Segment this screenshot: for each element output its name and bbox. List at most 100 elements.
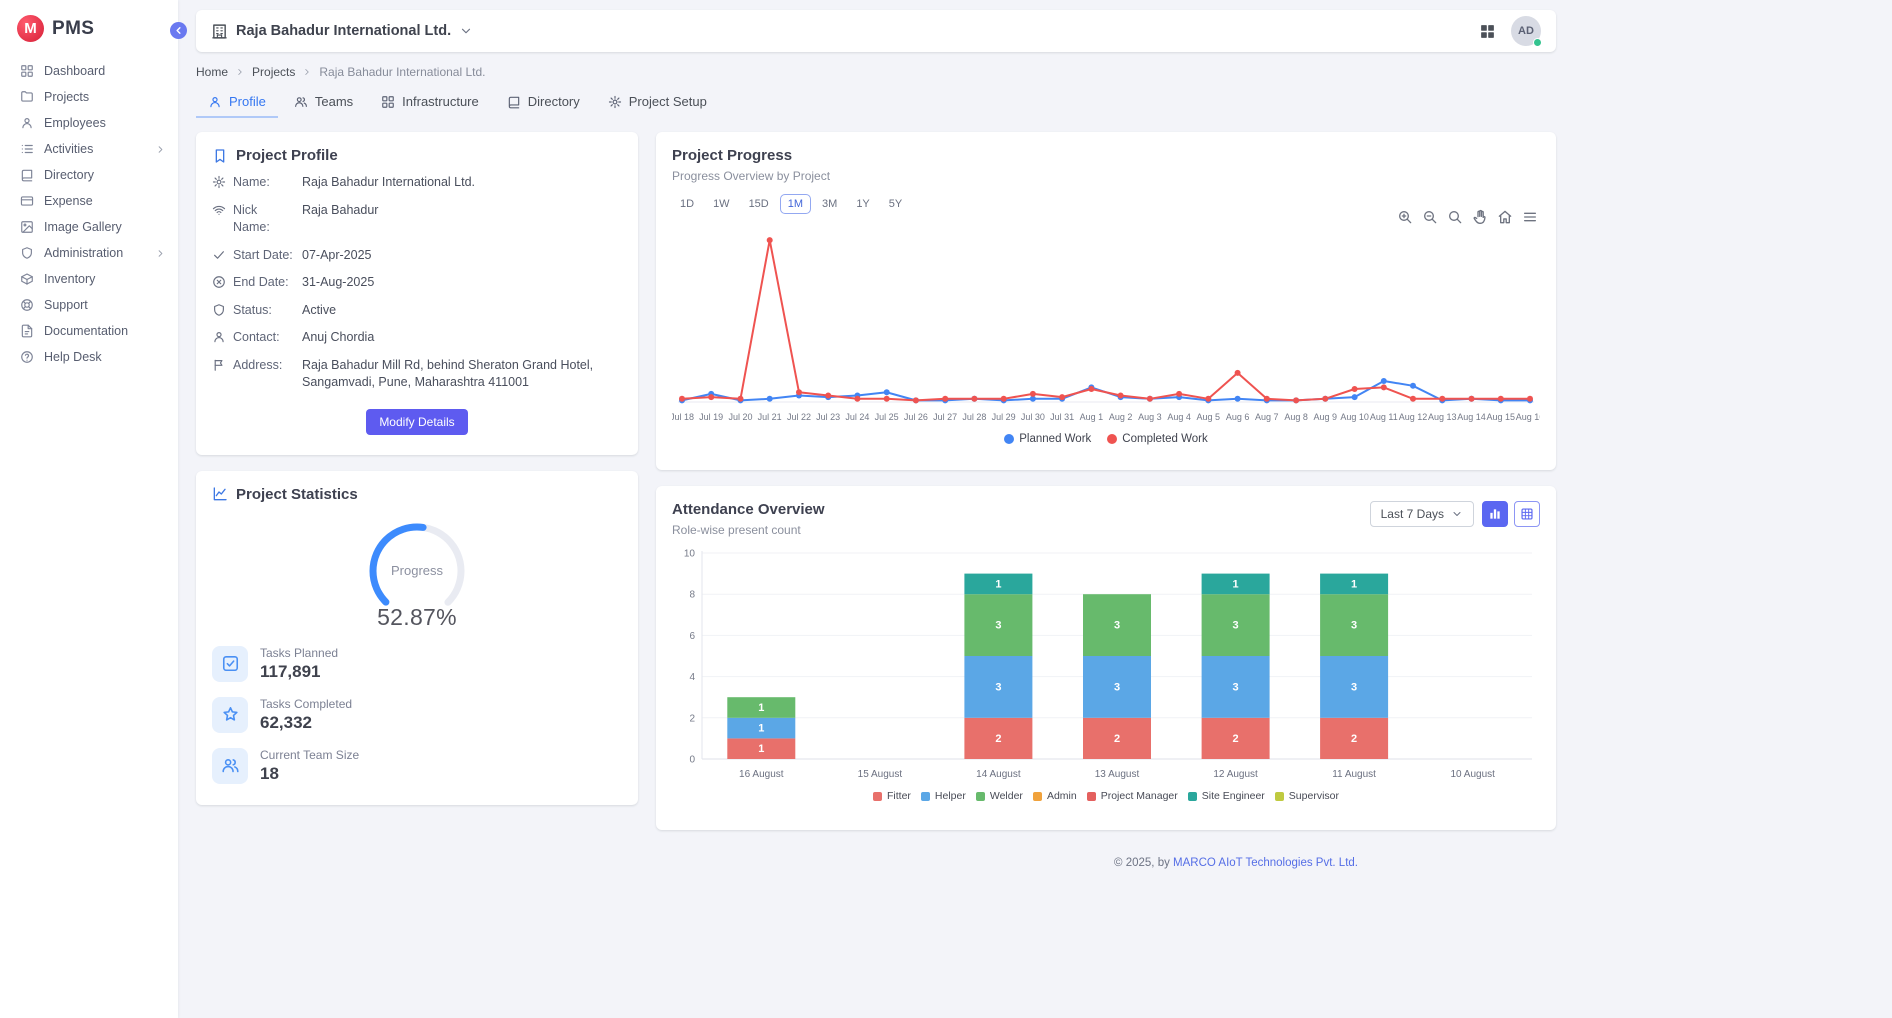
svg-text:1: 1: [1351, 578, 1357, 590]
svg-text:2: 2: [689, 713, 695, 724]
home-icon[interactable]: [1497, 209, 1513, 225]
sidebar-item-administration[interactable]: Administration: [0, 240, 178, 266]
legend-item-fitter[interactable]: Fitter: [873, 790, 911, 802]
footer-company-link[interactable]: MARCO AIoT Technologies Pvt. Ltd.: [1173, 857, 1358, 869]
legend-marker: [873, 792, 882, 801]
sidebar-item-documentation[interactable]: Documentation: [0, 318, 178, 344]
breadcrumb-item-raja-bahadur-international-ltd: Raja Bahadur International Ltd.: [319, 65, 485, 79]
legend-item-admin[interactable]: Admin: [1033, 790, 1077, 802]
svg-text:Aug 6: Aug 6: [1226, 412, 1250, 422]
sidebar-item-support[interactable]: Support: [0, 292, 178, 318]
avatar-initials: AD: [1518, 25, 1534, 37]
shield-icon: [20, 246, 34, 260]
svg-text:3: 3: [1233, 681, 1239, 693]
modify-details-button[interactable]: Modify Details: [366, 409, 467, 435]
profile-field-row: Contact: Anuj Chordia: [212, 329, 622, 347]
sidebar-item-activities[interactable]: Activities: [0, 136, 178, 162]
svg-text:2: 2: [1114, 733, 1120, 745]
svg-text:16 August: 16 August: [739, 769, 784, 780]
svg-text:Aug 11: Aug 11: [1370, 412, 1398, 422]
stat-label: Tasks Planned: [260, 646, 338, 660]
zoom-out-icon[interactable]: [1422, 209, 1438, 225]
user-icon: [20, 116, 34, 130]
range-5y-button[interactable]: 5Y: [881, 194, 910, 214]
table-view-toggle[interactable]: [1514, 501, 1540, 527]
legend-item-completed-work[interactable]: Completed Work: [1107, 433, 1207, 445]
sidebar-item-directory[interactable]: Directory: [0, 162, 178, 188]
tab-label: Teams: [315, 94, 353, 109]
bars-view-toggle[interactable]: [1482, 501, 1508, 527]
range-15d-button[interactable]: 15D: [741, 194, 777, 214]
breadcrumb-item-projects[interactable]: Projects: [252, 65, 295, 79]
tab-project-setup[interactable]: Project Setup: [596, 88, 719, 118]
tab-directory[interactable]: Directory: [495, 88, 592, 118]
app-logo[interactable]: M PMS: [0, 0, 178, 54]
progress-chart-subtitle: Progress Overview by Project: [672, 169, 1540, 183]
sidebar-item-help-desk[interactable]: Help Desk: [0, 344, 178, 370]
sidebar: M PMS Dashboard Projects Employees Activ…: [0, 0, 178, 1018]
footer: © 2025, by MARCO AIoT Technologies Pvt. …: [656, 857, 1556, 883]
file-icon: [20, 324, 34, 338]
zoom-icon[interactable]: [1447, 209, 1463, 225]
apps-grid-button[interactable]: [1479, 23, 1496, 40]
legend-item-planned-work[interactable]: Planned Work: [1004, 433, 1091, 445]
legend-item-project-manager[interactable]: Project Manager: [1087, 790, 1178, 802]
chevron-right-icon: [302, 67, 312, 77]
legend-item-helper[interactable]: Helper: [921, 790, 966, 802]
svg-text:Jul 23: Jul 23: [816, 412, 840, 422]
tab-teams[interactable]: Teams: [282, 88, 365, 118]
topbar-right: AD: [1479, 16, 1541, 46]
field-label: End Date:: [233, 274, 295, 292]
attendance-chart-title: Attendance Overview: [672, 501, 825, 518]
sidebar-item-label: Directory: [44, 168, 166, 182]
users-icon: [212, 748, 248, 784]
avatar[interactable]: AD: [1511, 16, 1541, 46]
date-range-filter[interactable]: Last 7 Days: [1370, 501, 1474, 527]
sidebar-item-inventory[interactable]: Inventory: [0, 266, 178, 292]
svg-text:Jul 31: Jul 31: [1050, 412, 1074, 422]
field-value: Raja Bahadur: [302, 202, 622, 237]
breadcrumb: Home Projects Raja Bahadur International L…: [196, 65, 1556, 79]
range-1m-button[interactable]: 1M: [780, 194, 811, 214]
pan-icon[interactable]: [1472, 209, 1488, 225]
legend-item-supervisor[interactable]: Supervisor: [1275, 790, 1339, 802]
svg-text:Aug 16: Aug 16: [1516, 412, 1540, 422]
range-1d-button[interactable]: 1D: [672, 194, 702, 214]
field-value: Anuj Chordia: [302, 329, 622, 347]
legend-item-site-engineer[interactable]: Site Engineer: [1188, 790, 1265, 802]
sidebar-item-image-gallery[interactable]: Image Gallery: [0, 214, 178, 240]
wifi-icon: [212, 203, 226, 217]
sidebar-item-label: Documentation: [44, 324, 166, 338]
svg-text:11 August: 11 August: [1332, 769, 1376, 780]
menu-icon[interactable]: [1522, 209, 1538, 225]
range-1y-button[interactable]: 1Y: [848, 194, 877, 214]
svg-text:4: 4: [689, 672, 695, 683]
field-value: Raja Bahadur Mill Rd, behind Sheraton Gr…: [302, 357, 622, 392]
profile-field-row: Name: Raja Bahadur International Ltd.: [212, 174, 622, 192]
svg-text:Jul 27: Jul 27: [933, 412, 957, 422]
sidebar-item-expense[interactable]: Expense: [0, 188, 178, 214]
company-selector[interactable]: Raja Bahadur International Ltd.: [211, 23, 473, 40]
field-value: 31-Aug-2025: [302, 274, 622, 292]
field-value: 07-Apr-2025: [302, 247, 622, 265]
sidebar-item-label: Expense: [44, 194, 166, 208]
tab-infrastructure[interactable]: Infrastructure: [369, 88, 491, 118]
list-icon: [20, 142, 34, 156]
sidebar-menu: Dashboard Projects Employees Activities …: [0, 54, 178, 374]
range-1w-button[interactable]: 1W: [705, 194, 738, 214]
svg-text:Aug 1: Aug 1: [1080, 412, 1104, 422]
progress-percentage: 52.87%: [377, 604, 457, 631]
legend-marker: [1107, 434, 1117, 444]
legend-item-welder[interactable]: Welder: [976, 790, 1023, 802]
breadcrumb-item-home[interactable]: Home: [196, 65, 228, 79]
range-3m-button[interactable]: 3M: [814, 194, 845, 214]
tab-profile[interactable]: Profile: [196, 88, 278, 118]
sidebar-item-dashboard[interactable]: Dashboard: [0, 58, 178, 84]
field-label: Address:: [233, 357, 295, 392]
sidebar-item-projects[interactable]: Projects: [0, 84, 178, 110]
sidebar-item-employees[interactable]: Employees: [0, 110, 178, 136]
zoom-in-icon[interactable]: [1397, 209, 1413, 225]
app-root: M PMS Dashboard Projects Employees Activ…: [0, 0, 1892, 1018]
sidebar-collapse-button[interactable]: [170, 22, 187, 39]
legend-marker: [1275, 792, 1284, 801]
